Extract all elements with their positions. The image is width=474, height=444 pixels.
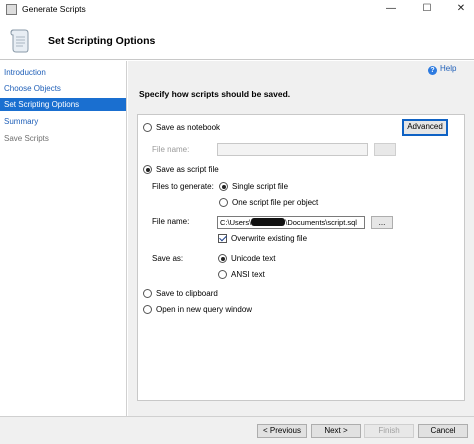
- files-to-generate-label: Files to generate:: [152, 182, 214, 191]
- window-title: Generate Scripts: [22, 4, 86, 14]
- notebook-file-name-field: [217, 143, 368, 156]
- app-icon: [6, 4, 17, 15]
- help-link[interactable]: ? Help: [428, 64, 456, 75]
- single-script-file-radio[interactable]: [219, 182, 228, 191]
- help-icon: ?: [428, 66, 437, 75]
- file-name-field[interactable]: C:\Users\ \Documents\script.sql: [217, 216, 365, 229]
- save-to-clipboard-label: Save to clipboard: [156, 289, 218, 298]
- save-as-label: Save as:: [152, 254, 184, 263]
- one-file-per-object-label: One script file per object: [232, 198, 319, 207]
- help-label: Help: [440, 64, 457, 73]
- overwrite-existing-checkbox[interactable]: [218, 234, 227, 243]
- wizard-footer: < Previous Next > Finish Cancel: [0, 416, 474, 444]
- unicode-text-label: Unicode text: [231, 254, 276, 263]
- instruction-text: Specify how scripts should be saved.: [139, 89, 291, 99]
- close-button[interactable]: ✕: [454, 2, 468, 16]
- save-as-notebook-label: Save as notebook: [156, 123, 221, 132]
- sidebar-item-summary[interactable]: Summary: [0, 115, 126, 128]
- open-in-query-window-label: Open in new query window: [156, 305, 253, 314]
- redaction-mark: [251, 218, 286, 226]
- scroll-icon: [10, 29, 29, 53]
- next-button[interactable]: Next >: [311, 424, 361, 438]
- save-as-script-file-label: Save as script file: [156, 165, 219, 174]
- sidebar-item-introduction[interactable]: Introduction: [0, 66, 126, 79]
- overwrite-existing-label: Overwrite existing file: [231, 234, 308, 243]
- ansi-text-radio[interactable]: [218, 270, 227, 279]
- save-as-script-file-radio[interactable]: [143, 165, 152, 174]
- save-options-group: Save as notebook Advanced File name: Sav…: [137, 114, 465, 401]
- maximize-button[interactable]: ☐: [420, 2, 434, 16]
- browse-button[interactable]: ...: [371, 216, 393, 229]
- file-path-suffix: \Documents\script.sql: [285, 218, 357, 227]
- wizard-sidebar: Introduction Choose Objects Set Scriptin…: [0, 61, 127, 416]
- sidebar-item-choose-objects[interactable]: Choose Objects: [0, 82, 126, 95]
- file-name-label: File name:: [152, 217, 190, 226]
- unicode-text-radio[interactable]: [218, 254, 227, 263]
- notebook-browse-button: [374, 143, 396, 156]
- previous-button[interactable]: < Previous: [257, 424, 307, 438]
- page-title: Set Scripting Options: [48, 35, 156, 47]
- file-path-prefix: C:\Users\: [220, 218, 252, 227]
- sidebar-item-set-scripting-options[interactable]: Set Scripting Options: [0, 98, 126, 111]
- minimize-button[interactable]: —: [384, 2, 398, 16]
- cancel-button[interactable]: Cancel: [418, 424, 468, 438]
- wizard-header: Set Scripting Options: [0, 20, 474, 60]
- notebook-file-name-label: File name:: [152, 145, 190, 154]
- finish-button: Finish: [364, 424, 414, 438]
- save-to-clipboard-radio[interactable]: [143, 289, 152, 298]
- title-bar: Generate Scripts — ☐ ✕: [0, 0, 474, 20]
- open-in-query-window-radio[interactable]: [143, 305, 152, 314]
- main-panel: ? Help Specify how scripts should be save…: [128, 61, 474, 416]
- ansi-text-label: ANSI text: [231, 270, 265, 279]
- save-as-notebook-radio[interactable]: [143, 123, 152, 132]
- advanced-button[interactable]: Advanced: [402, 119, 448, 136]
- one-file-per-object-radio[interactable]: [219, 198, 228, 207]
- single-script-file-label: Single script file: [232, 182, 289, 191]
- sidebar-item-save-scripts: Save Scripts: [4, 134, 49, 143]
